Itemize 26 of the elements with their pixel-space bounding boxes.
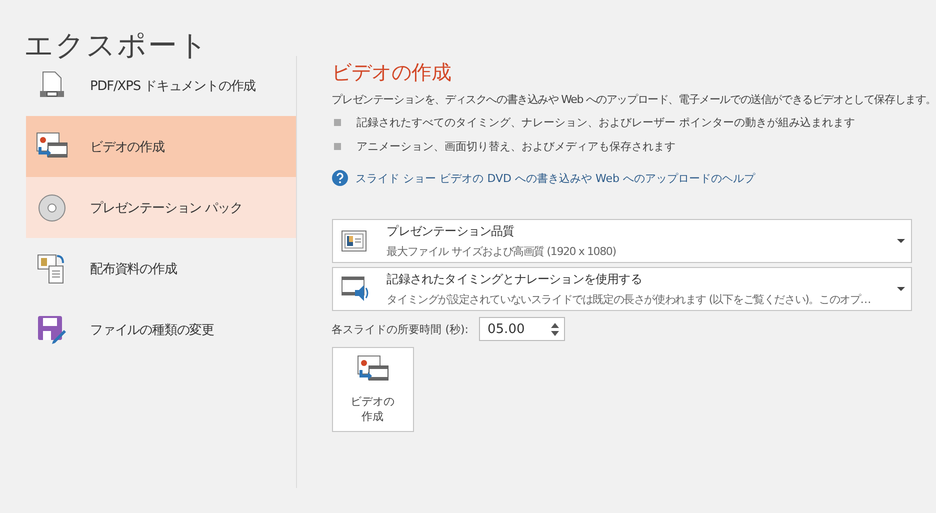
caret-icon (896, 287, 905, 291)
duration-field[interactable]: 05.00 (478, 317, 565, 341)
create-video-button[interactable]: ビデオの作成 (332, 347, 414, 432)
help-link[interactable]: スライド ショー ビデオの DVD への書き込みや Web へのアップロードのヘルプ (356, 170, 755, 186)
handout-icon (37, 252, 67, 284)
bullet-icon (334, 143, 341, 150)
up-arrow-icon[interactable] (550, 323, 559, 328)
film-speaker-icon (340, 276, 371, 302)
sidebar-item[interactable]: プレゼンテーション パック (26, 177, 296, 238)
sidebar-item[interactable]: ビデオの作成 (26, 116, 296, 177)
sidebar-item[interactable]: ファイルの種類の変更 (26, 299, 296, 360)
help-icon (332, 170, 348, 186)
slide-quality-icon (340, 230, 367, 252)
description: プレゼンテーションを、ディスクへの書き込みや Web へのアップロード、電子メールでの送信ができるビデオとして保存します。 (332, 92, 936, 107)
dropdown[interactable]: 記録されたタイミングとナレーションを使用する タイミングが設定されていないスライドでは既定の長さが使われます (以下をご覧ください)。このオプ… (332, 267, 912, 311)
bullet-text: 記録されたすべてのタイミング、ナレーション、およびレーザー ポインターの動きが組み込まれます (356, 115, 856, 130)
sidebar-item[interactable]: 配布資料の作成 (26, 238, 296, 299)
disc-icon (37, 192, 67, 222)
down-arrow-icon[interactable] (550, 331, 559, 336)
bullet-icon (334, 119, 341, 126)
save-edit-icon (37, 314, 67, 344)
section-heading: ビデオの作成 (332, 59, 453, 86)
bullet-text: アニメーション、画面切り替え、およびメディアも保存されます (356, 139, 676, 154)
duration-label: 各スライドの所要時間 (秒): (332, 322, 469, 336)
caret-icon (896, 239, 905, 243)
dropdown[interactable]: プレゼンテーション品質 最大ファイル サイズおよび高画質 (1920 x 1080) (332, 219, 912, 263)
